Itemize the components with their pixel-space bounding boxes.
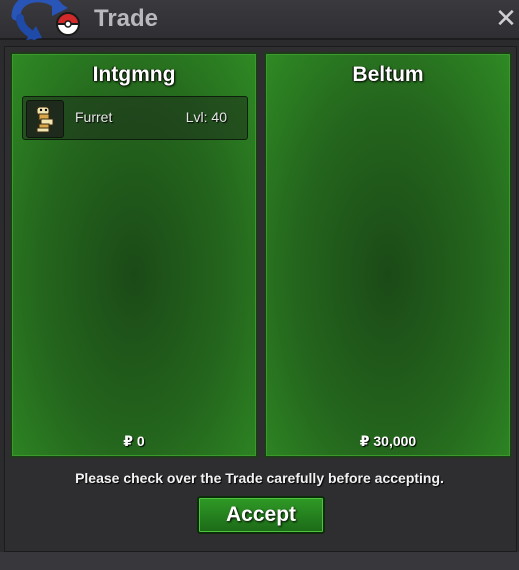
furret-sprite-icon	[26, 100, 64, 138]
left-player-name: Intgmng	[92, 63, 176, 86]
right-player-name: Beltum	[352, 63, 424, 86]
trade-window: Trade ✕ Intgmng Furret Lvl: 40 ₽ 0 Beltu…	[0, 0, 519, 570]
right-money-offer: ₽ 30,000	[359, 433, 417, 449]
left-trade-panel: Intgmng Furret Lvl: 40 ₽ 0	[10, 52, 258, 458]
pokemon-level: Lvl: 40	[185, 109, 227, 125]
left-money-offer: ₽ 0	[123, 433, 145, 449]
window-title: Trade	[94, 5, 159, 32]
right-trade-panel: Beltum ₽ 30,000	[264, 52, 512, 458]
accept-button[interactable]: Accept	[197, 496, 325, 534]
title-bar[interactable]: Trade ✕	[0, 0, 519, 40]
pokemon-list-item[interactable]: Furret Lvl: 40	[22, 96, 248, 140]
bottom-strip	[0, 552, 519, 570]
trade-arrows-pokeball-icon	[11, 0, 81, 40]
close-icon[interactable]: ✕	[495, 4, 517, 32]
pokemon-name: Furret	[75, 109, 113, 125]
trade-notice: Please check over the Trade carefully be…	[75, 470, 444, 486]
